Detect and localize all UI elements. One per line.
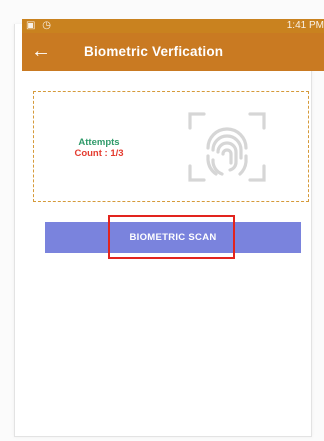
page-title: Biometric Verfication (84, 44, 224, 59)
attempts-label: Attempts (78, 137, 120, 148)
notification-icons: ▣ ◷ (26, 20, 53, 31)
arrow-left-icon[interactable]: ← (30, 39, 52, 63)
attempt-count-label: Count : 1/3 (74, 148, 124, 159)
fingerprint-icon (188, 112, 266, 182)
app-bar: ← Biometric Verfication (22, 33, 324, 71)
status-bar: ▣ ◷ 1:41 PM (22, 19, 324, 33)
biometric-scan-button[interactable]: BIOMETRIC SCAN (45, 222, 301, 253)
status-time: 1:41 PM (286, 20, 324, 31)
screen: ▣ ◷ 1:41 PM ← Biometric Verfication Atte… (0, 0, 324, 441)
